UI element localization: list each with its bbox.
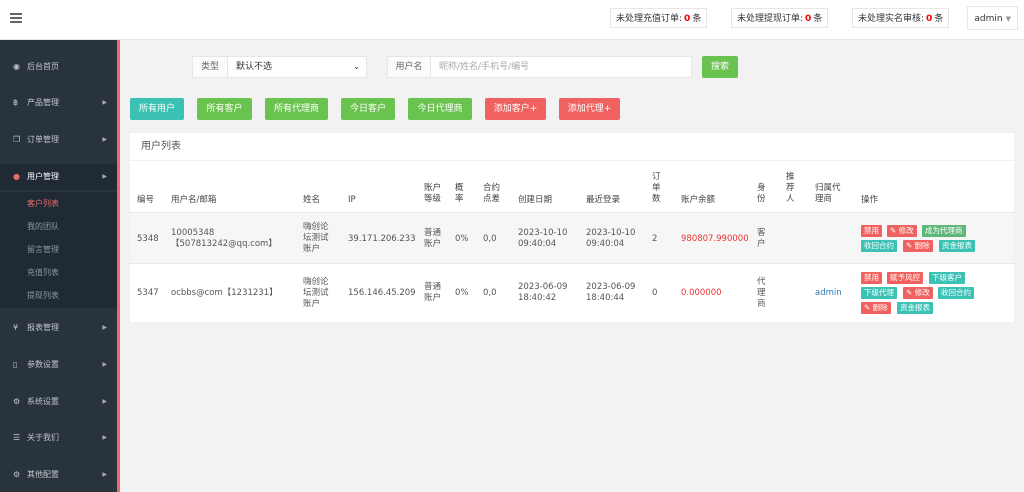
chevron-down-icon: ⌄ [353, 62, 360, 71]
balance-value: 0.000000 [681, 288, 722, 298]
nav-user-management[interactable]: ● 用户管理 ▶ [0, 164, 117, 190]
add-customer-button[interactable]: 添加客户+ [485, 98, 546, 120]
username-search-input[interactable]: 昵称/姓名/手机号/编号 [430, 56, 692, 78]
nav-parameters[interactable]: ▯ 参数设置 ▶ [0, 352, 117, 378]
disable-button[interactable]: 禁用 [861, 225, 882, 237]
edit-button[interactable]: ✎ 修改 [887, 225, 917, 237]
fund-report-button[interactable]: 资金报表 [897, 302, 933, 314]
nav-other-config[interactable]: ⚙ 其他配置 ▶ [0, 462, 117, 488]
chevron-right-icon: ▶ [102, 136, 107, 143]
subnav-customer-list[interactable]: 客户列表 [27, 193, 59, 215]
revoke-contract-button[interactable]: 收回合约 [861, 240, 897, 252]
username-label: 用户名 [387, 56, 431, 78]
chevron-down-icon: ▼ [1005, 15, 1011, 23]
user-menu[interactable]: admin ▼ [967, 6, 1018, 30]
chevron-right-icon: ▶ [102, 324, 107, 331]
col-ops: 操作 [861, 195, 879, 205]
gear-icon: ⚙ [13, 470, 21, 479]
make-agent-button[interactable]: 成为代理商 [922, 225, 966, 237]
delete-button[interactable]: ✎ 删除 [861, 302, 891, 314]
col-rate: 概率 [455, 183, 464, 204]
nav-about[interactable]: ☰ 关于我们 ▶ [0, 425, 117, 451]
card-title: 用户列表 [130, 133, 1014, 161]
col-level: 账户 等级 [424, 183, 442, 204]
subnav-messages[interactable]: 留言管理 [27, 239, 59, 261]
sub-customers-button[interactable]: 下级客户 [929, 272, 965, 284]
file-icon: ▯ [13, 360, 18, 369]
type-label: 类型 [192, 56, 228, 78]
grant-risk-control-button[interactable]: 赋予风控 [887, 272, 923, 284]
chevron-right-icon: ▶ [102, 99, 107, 106]
notice-withdraw-orders[interactable]: 未处理提现订单: 0 条 [731, 8, 829, 28]
col-orders: 订单数 [652, 172, 661, 204]
submenu-user-management: 客户列表 我的团队 留言管理 充值列表 提现列表 [0, 192, 117, 308]
gears-icon: ⚙ [13, 397, 21, 406]
subnav-withdraw-list[interactable]: 提现列表 [27, 285, 59, 307]
nav-system-settings[interactable]: ⚙ 系统设置 ▶ [0, 389, 117, 415]
filter-all-agents[interactable]: 所有代理商 [265, 98, 328, 120]
filter-all-users[interactable]: 所有用户 [130, 98, 184, 120]
filter-today-customers[interactable]: 今日客户 [341, 98, 395, 120]
notice-kyc-review[interactable]: 未处理实名审核: 0 条 [852, 8, 950, 28]
fund-report-button[interactable]: 资金报表 [939, 240, 975, 252]
nav-products[interactable]: ฿产品管理 ▶ [0, 90, 117, 116]
menu-toggle-icon[interactable] [10, 13, 22, 23]
col-ip: IP [348, 195, 356, 205]
chevron-right-icon: ▶ [102, 434, 107, 441]
col-balance: 账户余额 [681, 195, 716, 205]
yen-icon: ¥ [13, 323, 19, 332]
bitcoin-icon: ฿ [13, 98, 19, 107]
subnav-recharge-list[interactable]: 充值列表 [27, 262, 59, 284]
search-button[interactable]: 搜索 [702, 56, 738, 78]
col-created: 创建日期 [518, 195, 553, 205]
chevron-right-icon: ▶ [102, 361, 107, 368]
sidebar: 客户列表 我的团队 留言管理 充值列表 提现列表 ◉ 后台首页 ฿产品管理 ▶ ❐ 订… [0, 40, 117, 492]
nav-reports[interactable]: ¥ 报表管理 ▶ [0, 315, 117, 341]
top-bar: 未处理充值订单: 0 条 未处理提现订单: 0 条 未处理实名审核: 0 条 admin ▼ [0, 0, 1024, 40]
sidebar-accent-border [117, 40, 120, 492]
table-row-divider [130, 263, 1014, 264]
col-last-login: 最近登录 [586, 195, 621, 205]
col-spread: 合约 点差 [483, 183, 501, 204]
filter-all-customers[interactable]: 所有客户 [197, 98, 252, 120]
type-select[interactable]: 默认不选 ⌄ [227, 56, 367, 78]
disable-button[interactable]: 禁用 [861, 272, 882, 284]
dashboard-icon: ◉ [13, 62, 20, 71]
filter-today-agents[interactable]: 今日代理商 [408, 98, 472, 120]
user-icon: ● [13, 172, 20, 181]
col-agent: 归属代 理商 [815, 183, 841, 204]
chevron-down-icon: ▶ [102, 173, 107, 180]
agent-link[interactable]: admin [815, 288, 842, 299]
chevron-right-icon: ▶ [102, 398, 107, 405]
copy-icon: ❐ [13, 135, 21, 144]
sub-agents-button[interactable]: 下级代理 [861, 287, 897, 299]
col-username: 用户名/邮箱 [171, 195, 217, 205]
col-referrer: 推荐人 [786, 172, 795, 204]
col-name: 姓名 [303, 195, 321, 205]
delete-button[interactable]: ✎ 删除 [903, 240, 933, 252]
nav-dashboard[interactable]: ◉ 后台首页 [0, 54, 117, 80]
notice-recharge-orders[interactable]: 未处理充值订单: 0 条 [610, 8, 708, 28]
add-agent-button[interactable]: 添加代理+ [559, 98, 620, 120]
nav-orders[interactable]: ❐ 订单管理 ▶ [0, 127, 117, 153]
subnav-my-team[interactable]: 我的团队 [27, 216, 59, 238]
balance-value: 980807.990000 [681, 234, 749, 244]
col-id: 编号 [137, 195, 155, 205]
col-role: 身份 [757, 183, 766, 204]
revoke-contract-button[interactable]: 收回合约 [938, 287, 974, 299]
edit-button[interactable]: ✎ 修改 [903, 287, 933, 299]
list-icon: ☰ [13, 433, 21, 442]
chevron-right-icon: ▶ [102, 471, 107, 478]
